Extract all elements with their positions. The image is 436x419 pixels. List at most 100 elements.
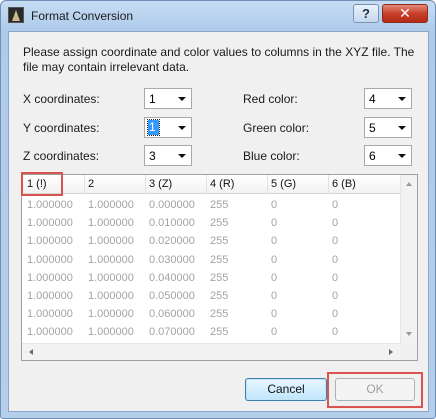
table-cell: 0 <box>332 217 339 230</box>
column-header[interactable]: 6 (B) <box>332 178 356 190</box>
table-cell: 0 <box>332 308 339 321</box>
z-coordinates-value: 3 <box>149 149 156 163</box>
column-divider <box>328 175 329 194</box>
chevron-down-icon <box>178 154 186 158</box>
table-cell: 0 <box>271 235 278 248</box>
table-cell: 0.050000 <box>149 290 195 302</box>
chevron-down-icon <box>398 97 406 101</box>
table-cell: 0 <box>332 253 339 266</box>
table-cell: 0 <box>332 235 339 248</box>
column-divider <box>206 175 207 194</box>
data-preview-table[interactable]: 1 (!) 2 3 (Z) 4 (R) 5 (G) 6 (B) 1.000000… <box>21 174 418 361</box>
scroll-right-icon[interactable] <box>389 349 393 355</box>
z-coordinates-select[interactable]: 3 <box>144 145 192 166</box>
app-logo-icon <box>8 7 24 23</box>
table-cell: 1.000000 <box>88 326 134 339</box>
table-cell: 1.000000 <box>27 326 73 339</box>
table-cell: 0.010000 <box>149 217 195 230</box>
table-cell: 0.000000 <box>149 199 195 211</box>
table-cell: 1.000000 <box>27 290 73 302</box>
chevron-down-icon <box>178 126 186 130</box>
table-cell: 0 <box>332 199 339 211</box>
table-cell: 1.000000 <box>88 253 134 266</box>
title-bar: Format Conversion ? ✕ <box>1 1 435 31</box>
table-cell: 0.060000 <box>149 308 195 321</box>
table-cell: 1.000000 <box>27 199 73 211</box>
table-cell: 0 <box>271 326 278 339</box>
table-cell: 255 <box>210 271 229 284</box>
column-header[interactable]: 3 (Z) <box>149 178 172 190</box>
column-divider <box>84 175 85 194</box>
red-color-label: Red color: <box>243 92 298 106</box>
help-button[interactable]: ? <box>353 4 379 23</box>
horizontal-scrollbar[interactable] <box>22 343 400 360</box>
table-cell: 255 <box>210 217 229 230</box>
table-cell: 1.000000 <box>27 308 73 321</box>
red-color-select[interactable]: 4 <box>364 88 412 109</box>
table-cell: 255 <box>210 308 229 321</box>
table-cell: 1.000000 <box>88 290 134 302</box>
table-cell: 1.000000 <box>27 235 73 248</box>
column-header[interactable]: 5 (G) <box>271 178 296 190</box>
red-color-value: 4 <box>369 92 376 106</box>
table-cell: 0 <box>271 217 278 230</box>
scrollbar-corner <box>400 343 417 360</box>
ok-highlight-annotation <box>327 372 423 408</box>
green-color-label: Green color: <box>243 121 310 135</box>
table-cell: 1.000000 <box>27 271 73 284</box>
table-cell: 0.030000 <box>149 253 195 266</box>
column-divider <box>145 175 146 194</box>
chevron-down-icon <box>398 154 406 158</box>
table-cell: 1.000000 <box>88 199 134 211</box>
x-coordinates-value: 1 <box>149 92 156 106</box>
scroll-left-icon[interactable] <box>29 349 33 355</box>
table-cell: 255 <box>210 199 229 211</box>
close-button[interactable]: ✕ <box>382 4 428 23</box>
table-cell: 0 <box>271 271 278 284</box>
z-coordinates-label: Z coordinates: <box>23 149 100 163</box>
table-cell: 255 <box>210 326 229 339</box>
table-header: 1 (!) 2 3 (Z) 4 (R) 5 (G) 6 (B) <box>22 175 402 194</box>
scroll-down-icon[interactable] <box>406 332 412 336</box>
blue-color-select[interactable]: 6 <box>364 145 412 166</box>
column-divider <box>267 175 268 194</box>
green-color-value: 5 <box>369 121 376 135</box>
dialog-title: Format Conversion <box>31 9 134 23</box>
table-cell: 1.000000 <box>88 235 134 248</box>
table-cell: 1.000000 <box>88 308 134 321</box>
table-cell: 0 <box>271 199 278 211</box>
header-highlight-annotation <box>21 172 63 196</box>
blue-color-value: 6 <box>369 149 376 163</box>
y-coordinates-value: 1 <box>147 119 160 136</box>
table-cell: 0 <box>332 290 339 302</box>
table-cell: 1.000000 <box>88 217 134 230</box>
instruction-text: Please assign coordinate and color value… <box>23 45 415 74</box>
y-coordinates-select[interactable]: 1 <box>144 117 192 138</box>
table-cell: 255 <box>210 290 229 302</box>
table-cell: 1.000000 <box>88 271 134 284</box>
chevron-down-icon <box>178 97 186 101</box>
y-coordinates-label: Y coordinates: <box>23 121 100 135</box>
table-cell: 0.070000 <box>149 326 195 339</box>
table-cell: 0 <box>332 271 339 284</box>
table-cell: 1.000000 <box>27 217 73 230</box>
dialog-body: Please assign coordinate and color value… <box>8 31 429 412</box>
vertical-scrollbar[interactable] <box>400 175 417 343</box>
chevron-down-icon <box>398 126 406 130</box>
table-cell: 255 <box>210 253 229 266</box>
table-cell: 1.000000 <box>27 253 73 266</box>
table-cell: 0 <box>271 308 278 321</box>
table-cell: 0 <box>332 326 339 339</box>
scroll-up-icon[interactable] <box>406 182 412 186</box>
x-coordinates-select[interactable]: 1 <box>144 88 192 109</box>
column-header[interactable]: 4 (R) <box>210 178 234 190</box>
format-conversion-dialog: Format Conversion ? ✕ Please assign coor… <box>0 0 436 419</box>
table-cell: 0.040000 <box>149 271 195 284</box>
column-header[interactable]: 2 <box>88 178 94 190</box>
blue-color-label: Blue color: <box>243 149 300 163</box>
table-cell: 0.020000 <box>149 235 195 248</box>
table-cell: 255 <box>210 235 229 248</box>
cancel-button[interactable]: Cancel <box>245 378 327 401</box>
green-color-select[interactable]: 5 <box>364 117 412 138</box>
table-cell: 0 <box>271 290 278 302</box>
